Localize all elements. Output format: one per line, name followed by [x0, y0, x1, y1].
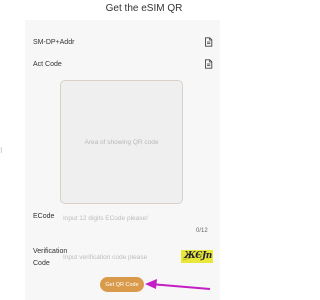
act-code-label: Act Code	[33, 60, 62, 68]
page-title: Get the eSIM QR	[105, 3, 183, 14]
verification-code-label: Verification Code	[33, 248, 68, 267]
smdp-address-row: SM-DP+Addr	[33, 35, 213, 49]
act-code-row: Act Code	[33, 57, 213, 71]
ecode-input[interactable]	[63, 211, 213, 225]
qr-placeholder-text: Area of showing QR code	[84, 138, 159, 146]
copy-act-code-document-icon[interactable]	[204, 59, 213, 69]
verification-code-input[interactable]	[63, 250, 179, 264]
esim-qr-page: Get the eSIM QR ⁝ SM-DP+Addr Act Code Ar…	[0, 0, 288, 300]
captcha-text: ЖЄJn	[184, 251, 212, 261]
side-handle-icon: ⁝	[0, 146, 3, 155]
captcha-image[interactable]: ЖЄJn	[181, 250, 213, 263]
ecode-label: ECode	[33, 213, 55, 220]
copy-smdp-document-icon[interactable]	[204, 37, 213, 47]
ecode-character-counter: 0/12	[196, 228, 208, 234]
get-qr-code-button[interactable]: Get QR Code	[100, 277, 144, 292]
smdp-address-label: SM-DP+Addr	[33, 38, 75, 46]
qr-code-area: Area of showing QR code	[60, 80, 183, 204]
